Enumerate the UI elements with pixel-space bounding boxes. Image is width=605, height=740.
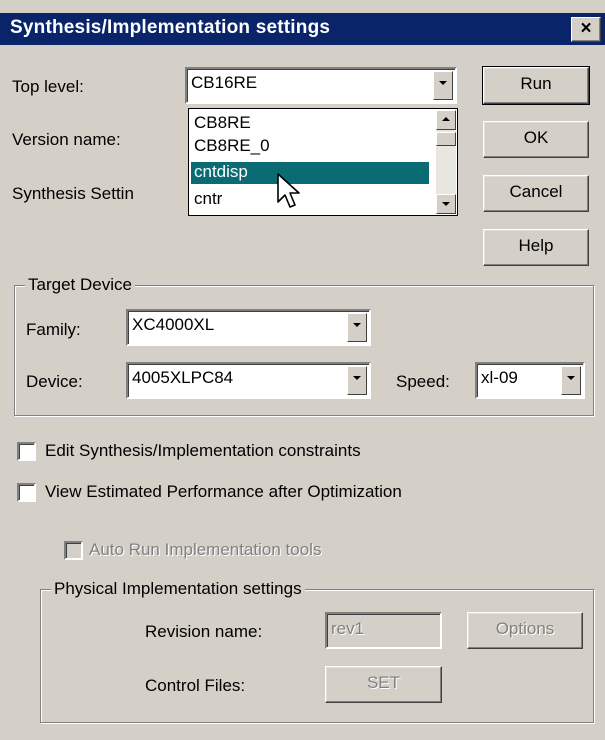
dropdown-scrollbar[interactable] bbox=[436, 110, 456, 214]
list-item[interactable]: CB8RE bbox=[191, 113, 429, 135]
revision-name-value: rev1 bbox=[331, 619, 365, 638]
list-item[interactable]: CB8RE_0 bbox=[191, 136, 429, 158]
top-level-label: Top level: bbox=[12, 77, 84, 96]
view-performance-checkbox[interactable] bbox=[17, 483, 36, 502]
set-button[interactable]: SET bbox=[325, 666, 442, 703]
cancel-button-label: Cancel bbox=[509, 182, 563, 201]
scroll-down-button[interactable] bbox=[436, 194, 456, 214]
scroll-up-button[interactable] bbox=[436, 110, 456, 130]
top-level-dropdown-list[interactable]: CB8RE CB8RE_0 cntdisp cntr bbox=[188, 108, 458, 216]
list-item[interactable]: cntr bbox=[191, 189, 429, 211]
top-level-value: CB16RE bbox=[191, 73, 258, 92]
speed-label: Speed: bbox=[396, 372, 450, 391]
device-combo[interactable]: 4005XLPC84 bbox=[126, 362, 371, 399]
physical-implementation-group bbox=[40, 589, 594, 723]
revision-name-label: Revision name: bbox=[145, 622, 263, 641]
device-value: 4005XLPC84 bbox=[132, 368, 234, 387]
family-label: Family: bbox=[26, 320, 81, 339]
top-level-combo[interactable]: CB16RE bbox=[185, 67, 457, 104]
mouse-cursor-icon bbox=[277, 173, 300, 208]
title-bar[interactable]: Synthesis/Implementation settings × bbox=[0, 13, 605, 45]
settings-dialog: Synthesis/Implementation settings × Top … bbox=[0, 0, 605, 740]
control-files-label: Control Files: bbox=[145, 676, 246, 695]
cancel-button[interactable]: Cancel bbox=[483, 175, 589, 212]
view-performance-label: View Estimated Performance after Optimiz… bbox=[45, 482, 402, 501]
speed-combo[interactable]: xl-09 bbox=[475, 362, 585, 399]
device-label: Device: bbox=[26, 372, 83, 391]
ok-button-label: OK bbox=[523, 128, 549, 147]
set-button-label: SET bbox=[366, 673, 401, 692]
help-button[interactable]: Help bbox=[483, 229, 589, 266]
family-value: XC4000XL bbox=[132, 315, 215, 334]
device-dropdown-button[interactable] bbox=[347, 366, 367, 395]
edit-constraints-label: Edit Synthesis/Implementation constraint… bbox=[45, 441, 361, 460]
revision-name-field[interactable]: rev1 bbox=[325, 612, 442, 649]
edit-constraints-checkbox[interactable] bbox=[17, 442, 36, 461]
target-device-title: Target Device bbox=[25, 275, 135, 295]
family-combo[interactable]: XC4000XL bbox=[126, 309, 371, 346]
version-name-label: Version name: bbox=[12, 130, 121, 149]
speed-value: xl-09 bbox=[481, 368, 518, 387]
options-button-label: Options bbox=[495, 619, 555, 638]
synthesis-settings-label: Synthesis Settin bbox=[12, 184, 134, 203]
run-button[interactable]: Run bbox=[482, 66, 590, 105]
scroll-thumb[interactable] bbox=[436, 132, 456, 146]
auto-run-checkbox[interactable] bbox=[64, 541, 83, 560]
list-item-selected[interactable]: cntdisp bbox=[191, 162, 429, 184]
speed-dropdown-button[interactable] bbox=[561, 366, 581, 395]
options-button[interactable]: Options bbox=[467, 612, 583, 649]
family-dropdown-button[interactable] bbox=[347, 313, 367, 342]
physical-implementation-title: Physical Implementation settings bbox=[51, 579, 305, 599]
close-icon: × bbox=[580, 18, 592, 39]
window-title: Synthesis/Implementation settings bbox=[10, 17, 331, 38]
top-level-dropdown-button[interactable] bbox=[433, 71, 453, 100]
close-button[interactable]: × bbox=[571, 17, 601, 42]
ok-button[interactable]: OK bbox=[483, 121, 589, 158]
run-button-label: Run bbox=[520, 74, 552, 93]
help-button-label: Help bbox=[518, 236, 554, 255]
auto-run-label: Auto Run Implementation tools bbox=[89, 540, 322, 559]
